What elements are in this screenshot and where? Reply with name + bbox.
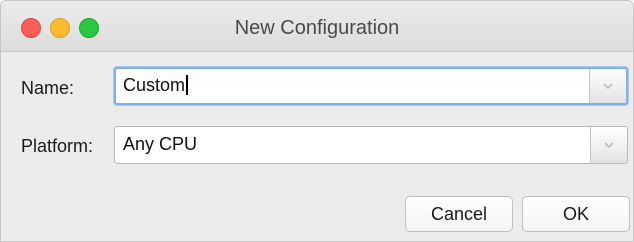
name-dropdown-button[interactable] [589,69,626,103]
name-combo-box[interactable]: Custom [114,67,628,105]
name-field[interactable]: Custom [123,75,189,96]
ok-button[interactable]: OK [522,196,630,232]
chevron-down-icon [604,141,614,148]
title-bar[interactable]: New Configuration [1,1,633,52]
name-value: Custom [123,75,186,95]
chevron-down-icon [603,82,613,89]
window-title: New Configuration [234,17,400,39]
cancel-button[interactable]: Cancel [405,196,513,232]
name-label: Name: [21,78,75,98]
new-configuration-dialog: New Configuration Name: Custom Platform:… [0,0,634,242]
platform-combo-box[interactable]: Any CPU [114,126,628,164]
platform-label: Platform: [21,136,94,156]
platform-value: Any CPU [123,134,198,154]
platform-dropdown-button[interactable] [590,127,627,163]
text-cursor [186,75,189,95]
